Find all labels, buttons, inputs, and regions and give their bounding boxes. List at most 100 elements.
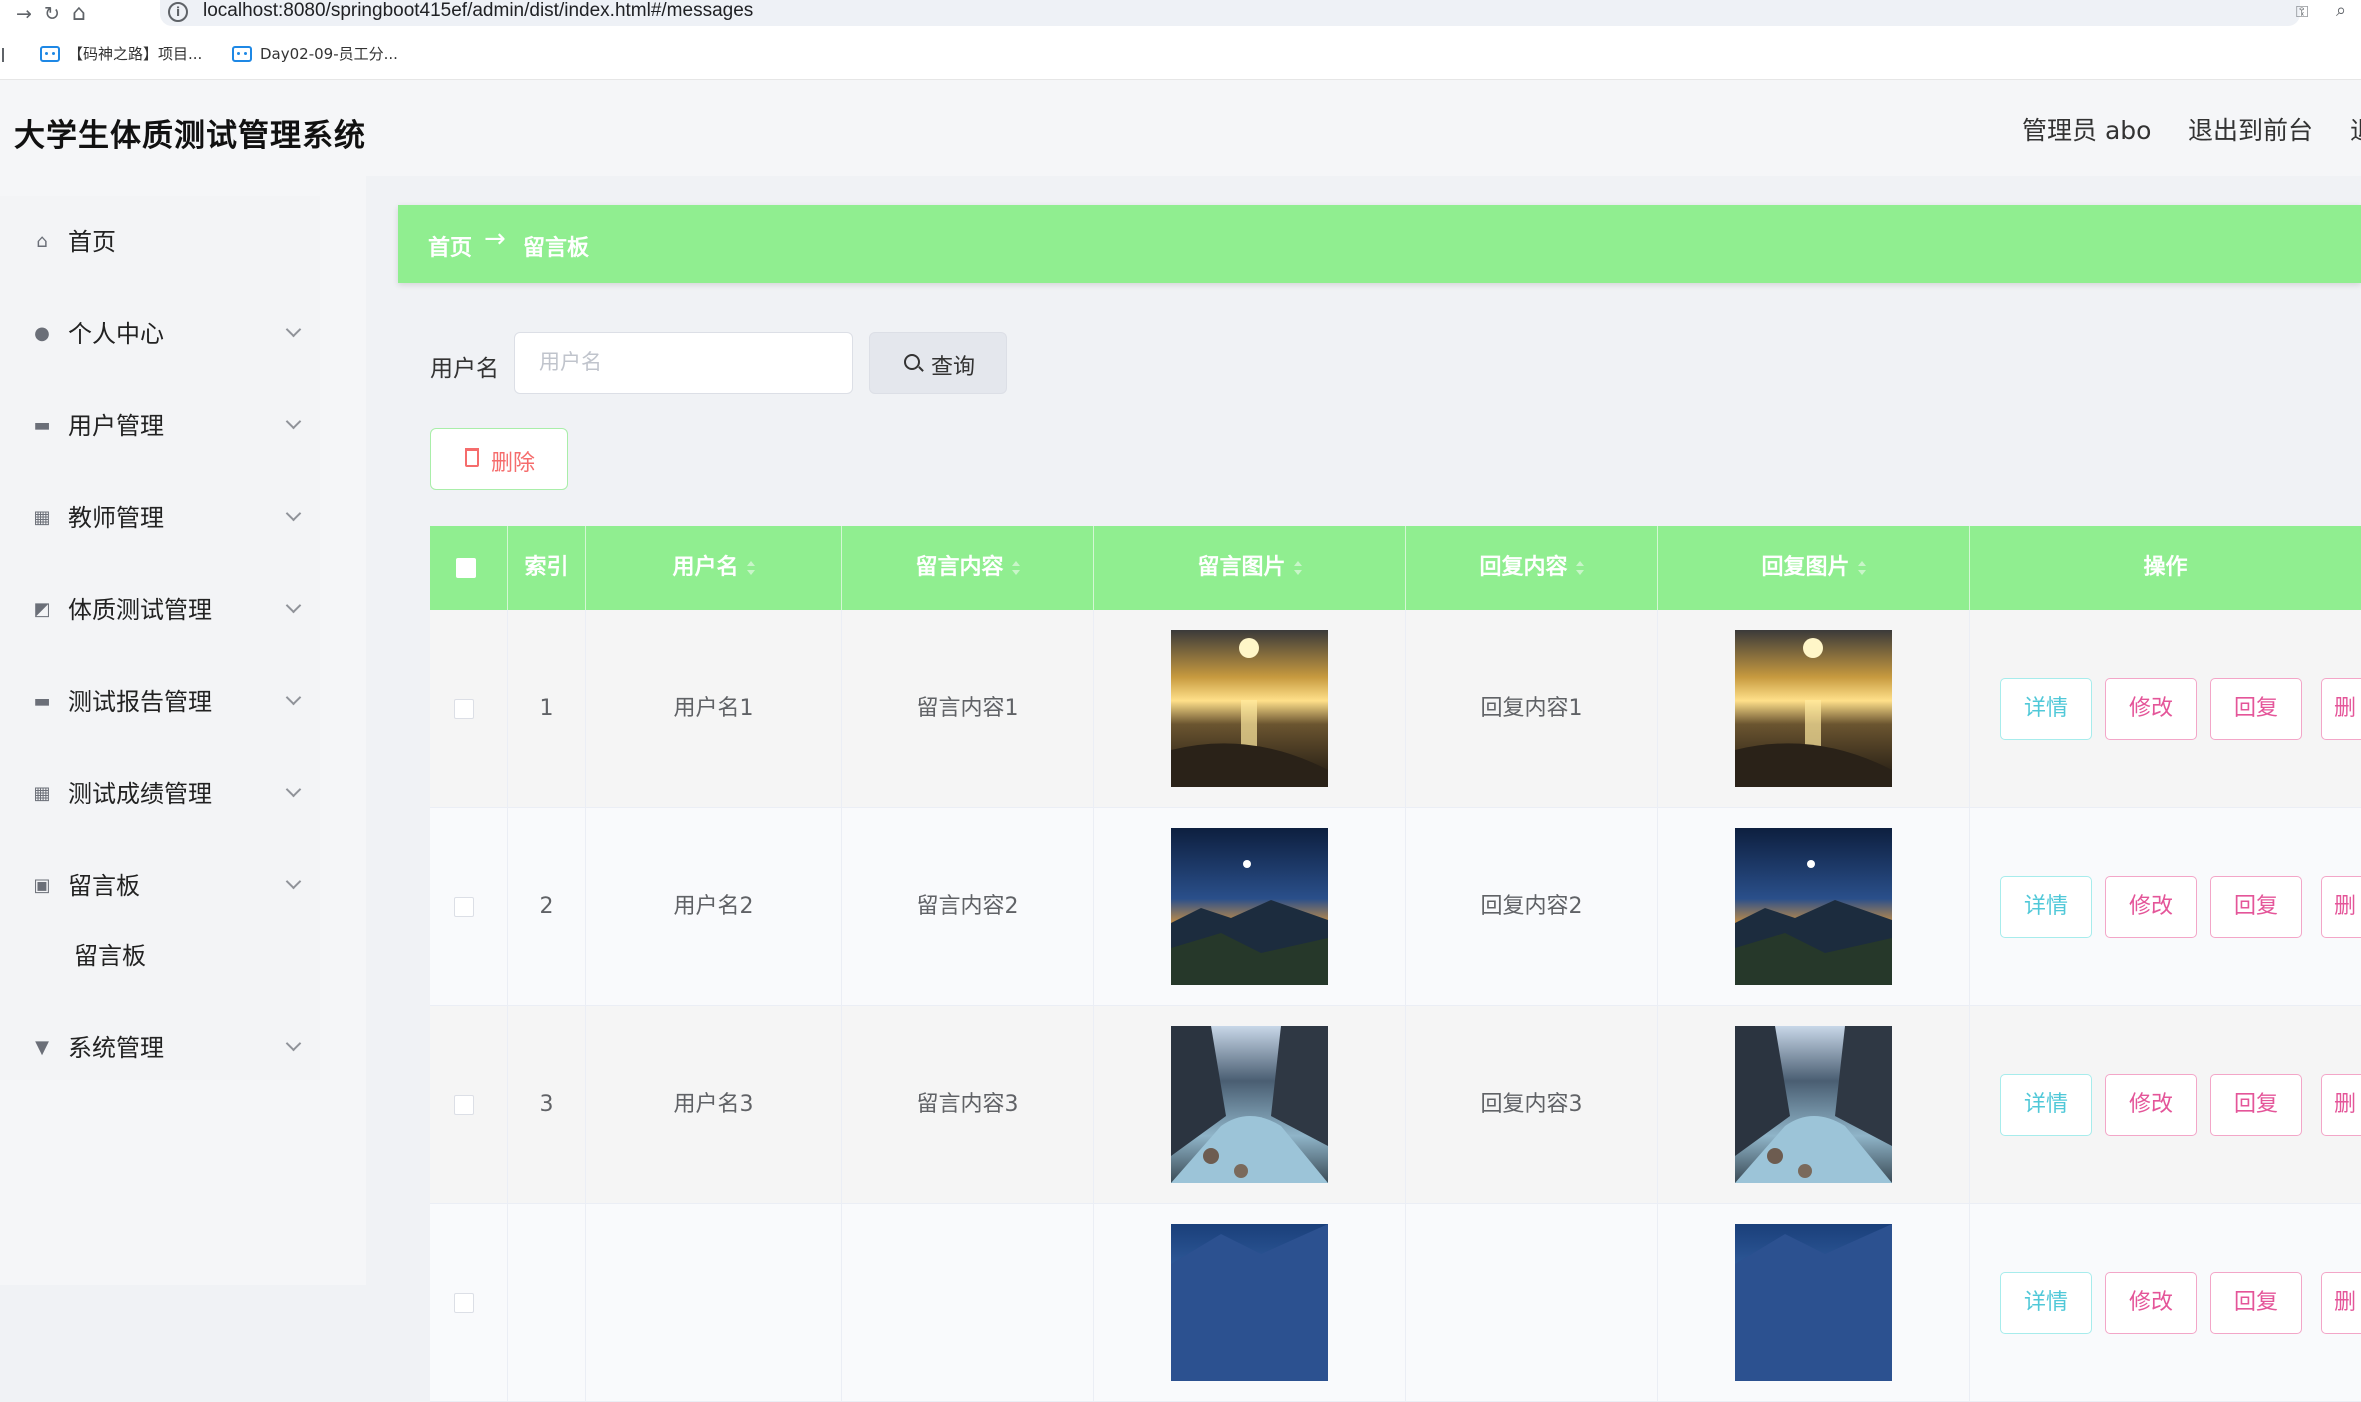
image-cell	[1094, 610, 1406, 808]
column-header-image[interactable]: 留言图片	[1094, 526, 1406, 610]
bookmark-bar: 【码神之路】项目... Day02-09-员工分...	[0, 30, 2361, 80]
sort-icon[interactable]	[1293, 561, 1302, 575]
sidebar-item-user-management[interactable]: ▬ 用户管理	[0, 380, 320, 472]
row-checkbox[interactable]	[454, 897, 474, 917]
delete-button[interactable]: 删	[2321, 1074, 2361, 1136]
index-cell	[508, 1204, 586, 1402]
reply-button[interactable]: 回复	[2210, 678, 2302, 740]
content-cell	[842, 1204, 1094, 1402]
username-cell: 用户名2	[586, 808, 842, 1006]
chevron-down-icon	[285, 1035, 302, 1052]
content-cell: 留言内容1	[842, 610, 1094, 808]
sidebar-item-home[interactable]: ⌂ 首页	[0, 196, 320, 288]
zoom-icon[interactable]: ⌕	[2336, 0, 2346, 21]
select-cell	[430, 610, 508, 808]
reply-image[interactable]	[1735, 1026, 1892, 1183]
breadcrumb-home[interactable]: 首页	[428, 230, 472, 262]
search-icon	[904, 354, 920, 370]
reply-cell: 回复内容1	[1406, 610, 1658, 808]
detail-button[interactable]: 详情	[2000, 678, 2092, 740]
sidebar-item-message-board[interactable]: ▣ 留言板	[0, 840, 320, 932]
sort-icon[interactable]	[1857, 561, 1866, 575]
detail-button[interactable]: 详情	[2000, 1074, 2092, 1136]
username-filter-label: 用户名	[430, 356, 499, 382]
column-header-reply-image[interactable]: 回复图片	[1658, 526, 1970, 610]
username-cell: 用户名3	[586, 1006, 842, 1204]
reply-button[interactable]: 回复	[2210, 1272, 2302, 1334]
reload-icon[interactable]: ↻	[44, 3, 60, 25]
select-cell	[430, 808, 508, 1006]
username-cell	[586, 1204, 842, 1402]
breadcrumb-current: 留言板	[523, 236, 590, 261]
pin-icon: ▼	[35, 1037, 49, 1058]
edit-button[interactable]: 修改	[2105, 1272, 2197, 1334]
submenu-item-message-board[interactable]: 留言板	[74, 936, 146, 971]
delete-button[interactable]: 删	[2321, 1272, 2361, 1334]
index-cell: 3	[508, 1006, 586, 1204]
site-info-icon[interactable]: i	[168, 2, 188, 22]
chat-icon: ▬	[33, 691, 51, 712]
reply-button[interactable]: 回复	[2210, 1074, 2302, 1136]
clipboard-icon: ▣	[33, 875, 51, 896]
message-image[interactable]	[1171, 630, 1328, 787]
bookmark-separator	[2, 48, 4, 62]
edit-button[interactable]: 修改	[2105, 876, 2197, 938]
image-cell	[1094, 1006, 1406, 1204]
chevron-down-icon	[285, 413, 302, 430]
sidebar-item-test-report[interactable]: ▬ 测试报告管理	[0, 656, 320, 748]
column-header-ops: 操作	[2143, 555, 2188, 580]
sidebar-item-system-management[interactable]: ▼ 系统管理	[0, 1002, 320, 1094]
bookmark-item[interactable]: Day02-09-员工分...	[232, 44, 398, 64]
bookmark-item[interactable]: 【码神之路】项目...	[40, 44, 202, 64]
sidebar-item-teacher-management[interactable]: ▦ 教师管理	[0, 472, 320, 564]
home-icon[interactable]: ⌂	[72, 3, 86, 25]
reply-button[interactable]: 回复	[2210, 876, 2302, 938]
logout-link[interactable]: 退	[2350, 111, 2361, 147]
row-checkbox[interactable]	[454, 699, 474, 719]
reply-image[interactable]	[1735, 630, 1892, 787]
sidebar-item-test-scores[interactable]: ▦ 测试成绩管理	[0, 748, 320, 840]
sort-icon[interactable]	[1011, 561, 1020, 575]
row-checkbox[interactable]	[454, 1293, 474, 1313]
reply-cell: 回复内容2	[1406, 808, 1658, 1006]
edit-button[interactable]: 修改	[2105, 1074, 2197, 1136]
message-image[interactable]	[1171, 1026, 1328, 1183]
table-row: 3 用户名3 留言内容3 回复内容3 详情 修改 回复删	[430, 1006, 2361, 1204]
back-icon[interactable]: →	[16, 3, 32, 25]
edit-button[interactable]: 修改	[2105, 678, 2197, 740]
reply-image-cell	[1658, 808, 1970, 1006]
username-search-input[interactable]	[514, 332, 853, 394]
batch-delete-button[interactable]: 删除	[430, 428, 568, 490]
delete-button[interactable]: 删	[2321, 678, 2361, 740]
key-icon[interactable]: ⚿	[2296, 2, 2308, 22]
sidebar-item-fitness-test[interactable]: ◩ 体质测试管理	[0, 564, 320, 656]
select-all-checkbox[interactable]	[456, 558, 476, 578]
sidebar-item-personal-center[interactable]: ● 个人中心	[0, 288, 320, 380]
select-cell	[430, 1204, 508, 1402]
message-image[interactable]	[1171, 828, 1328, 985]
sidebar: ⌂ 首页 ● 个人中心 ▬ 用户管理 ▦ 教师管理 ◩ 体质测试管理 ▬ 测试报…	[0, 176, 366, 1285]
reply-image[interactable]	[1735, 828, 1892, 985]
sort-icon[interactable]	[1575, 561, 1584, 575]
column-header-username[interactable]: 用户名	[586, 526, 842, 610]
select-all-header	[430, 526, 508, 610]
reply-image[interactable]	[1735, 1224, 1892, 1381]
url-text[interactable]: localhost:8080/springboot415ef/admin/dis…	[203, 0, 753, 22]
query-button[interactable]: 查询	[869, 332, 1007, 394]
breadcrumb: 首页 → 留言板	[398, 205, 2361, 283]
chevron-down-icon	[285, 321, 302, 338]
table-row: 详情 修改 回复删	[430, 1204, 2361, 1402]
user-icon: ●	[34, 323, 50, 344]
exit-to-front-link[interactable]: 退出到前台	[2188, 111, 2313, 147]
detail-button[interactable]: 详情	[2000, 876, 2092, 938]
column-header-content[interactable]: 留言内容	[842, 526, 1094, 610]
message-image[interactable]	[1171, 1224, 1328, 1381]
table-row: 1 用户名1 留言内容1 回复内容1 详情 修改 回复删	[430, 610, 2361, 808]
column-header-reply[interactable]: 回复内容	[1406, 526, 1658, 610]
app-title: 大学生体质测试管理系统	[14, 118, 366, 154]
delete-button[interactable]: 删	[2321, 876, 2361, 938]
row-checkbox[interactable]	[454, 1095, 474, 1115]
detail-button[interactable]: 详情	[2000, 1272, 2092, 1334]
sort-icon[interactable]	[746, 561, 755, 575]
reply-image-cell	[1658, 1006, 1970, 1204]
